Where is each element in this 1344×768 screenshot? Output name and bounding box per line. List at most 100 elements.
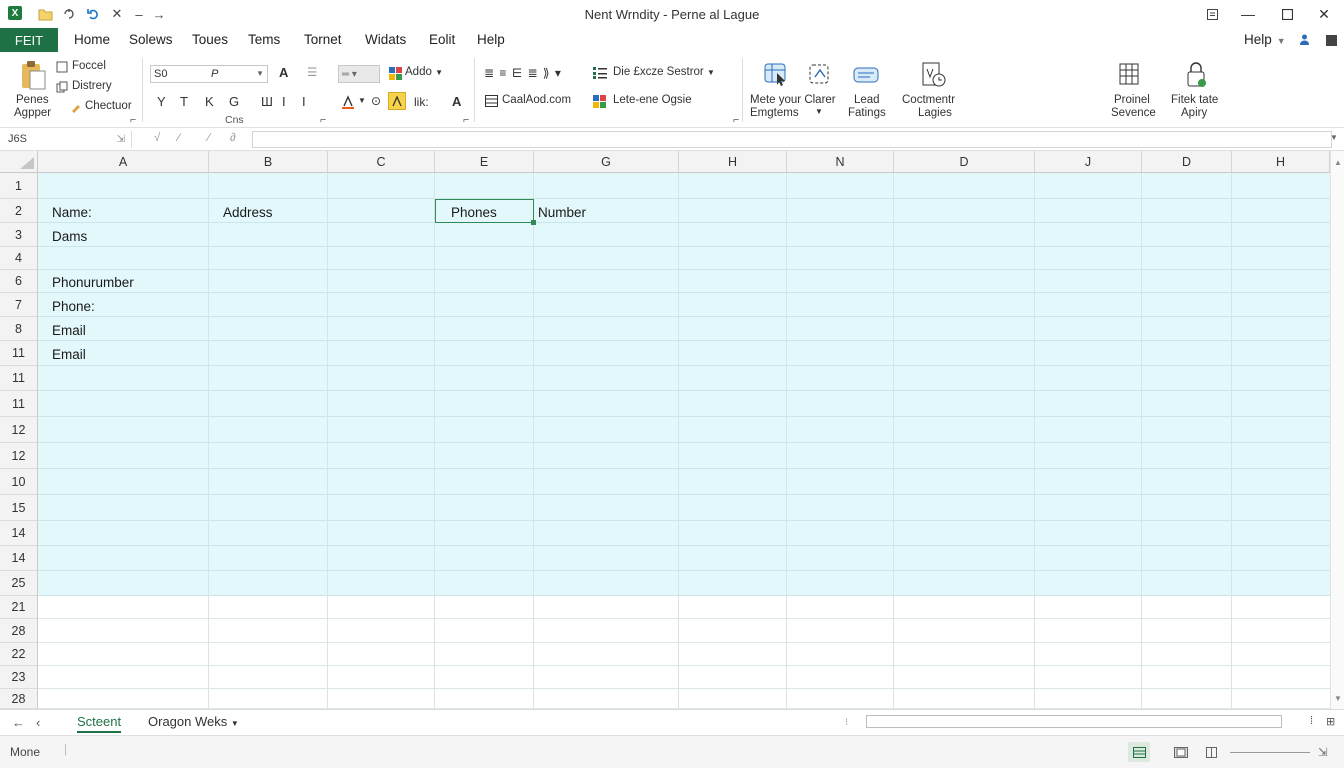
text-style-icon[interactable]: A [452,94,461,109]
column-header-d2[interactable]: D [1142,151,1232,173]
cell-a11[interactable]: Email [52,347,86,362]
chevron-down-icon[interactable]: ▼ [815,107,823,116]
row-header[interactable]: 23 [0,666,38,689]
row-header[interactable]: 21 [0,596,38,619]
tools-icon[interactable] [806,60,834,90]
scroll-down-icon[interactable]: ▼ [1333,693,1343,703]
cell-a6[interactable]: Phonurumber [52,275,134,290]
row-header[interactable]: 14 [0,521,38,546]
row-header[interactable]: 3 [0,223,38,247]
maximize-icon[interactable] [1273,4,1301,24]
row-header[interactable]: 10 [0,469,38,495]
group-1-label[interactable]: Mete your Clarer [750,94,836,106]
cell-g2[interactable]: Number [538,205,586,220]
resize-icon[interactable]: ⊞ [1326,715,1335,728]
clipboard-item-3[interactable]: Chectuor [85,100,132,112]
cell-b2[interactable]: Address [223,205,273,220]
tab-file[interactable]: FEIT [0,28,58,52]
font-expand-icon[interactable]: ⌐ [320,114,326,126]
list-icon[interactable] [592,66,608,80]
name-box-dropdown-icon[interactable]: ⇲ [117,131,125,148]
bold-button[interactable]: Y [157,94,166,109]
fill-handle[interactable] [531,220,536,225]
row-header[interactable]: 6 [0,270,38,293]
superscript-button[interactable]: I [302,94,306,109]
tab-solews[interactable]: Solews [129,32,173,47]
row-header[interactable]: 25 [0,571,38,596]
column-header-g[interactable]: G [534,151,679,173]
document-clock-icon[interactable] [918,60,948,90]
close-icon[interactable]: ✕ [1310,4,1338,24]
tab-home[interactable]: Home [74,32,110,47]
cancel-entry-icon[interactable]: √ [154,132,160,144]
lik-label[interactable]: lik: [414,95,429,109]
copy-icon[interactable] [56,81,68,93]
column-header-a[interactable]: A [38,151,209,173]
align-picker[interactable]: ═ ▾ [338,65,380,83]
zoom-icon[interactable]: ⇲ [1318,745,1328,759]
group-2-label[interactable]: Lead [854,94,880,106]
column-header-b[interactable]: B [209,151,328,173]
select-all-corner[interactable] [0,151,38,173]
row-header[interactable]: 22 [0,643,38,666]
lead-icon[interactable] [852,60,880,90]
alignment-expand-icon[interactable]: ⌐ [463,114,469,126]
tab-widats[interactable]: Widats [365,32,406,47]
scroll-right-icon[interactable]: ⁞ [1310,715,1313,727]
row-header[interactable]: 4 [0,247,38,270]
clipboard-item-1[interactable]: Foccel [72,60,106,72]
sheet-back-icon[interactable]: ‹ [36,715,40,730]
column-header-d[interactable]: D [894,151,1035,173]
tab-help[interactable]: Help [477,32,505,47]
align-buttons-icon[interactable]: ≣ ≡ ⋿ ≣ ⟫ ▾ [484,66,562,80]
tab-eolit[interactable]: Eolit [429,32,455,47]
color-grid-icon[interactable] [388,66,402,80]
row-header[interactable]: 15 [0,495,38,521]
share-icon[interactable] [1298,33,1311,49]
column-header-n[interactable]: N [787,151,894,173]
increase-font-icon[interactable]: A [279,65,288,80]
row-header[interactable]: 12 [0,443,38,469]
column-header-c[interactable]: C [328,151,435,173]
cut-icon[interactable] [56,61,68,73]
column-header-h[interactable]: H [679,151,787,173]
cell-a8[interactable]: Email [52,323,86,338]
group-4-label[interactable]: Proinel [1114,94,1150,106]
decrease-font-icon[interactable]: ☰ [307,65,317,79]
group-5-label[interactable]: Fitek tate [1171,94,1218,106]
subscript-button[interactable]: I [282,94,286,109]
confirm-entry-icon[interactable]: ∕ [178,132,180,144]
cell-a7[interactable]: Phone: [52,299,95,314]
letene-button[interactable]: Lete-ene Ogsie [613,94,692,106]
conditional-format-icon[interactable] [592,94,608,108]
cursor-grid-icon[interactable] [762,60,790,90]
column-header-h2[interactable]: H [1232,151,1330,173]
row-header[interactable]: 14 [0,546,38,571]
horizontal-scrollbar[interactable] [866,715,1282,728]
row-header[interactable]: 8 [0,317,38,341]
sheet-tab-scteent[interactable]: Scteent [77,714,122,733]
comments-icon[interactable] [1326,34,1337,49]
strikethrough-button[interactable]: G [229,94,239,109]
chevron-down-icon[interactable]: ▼ [358,96,366,105]
sestror-dropdown[interactable]: Die £xcze Sestror ▼ [613,66,715,78]
italic-button[interactable]: T [180,94,188,109]
row-header[interactable]: 28 [0,689,38,709]
cell-e2[interactable]: Phones [451,205,497,220]
sheet-prev-icon[interactable]: ← [12,715,25,730]
border-button[interactable]: Ш [261,94,273,109]
insert-function-icon[interactable]: ∕ [208,132,210,144]
clipboard-expand-icon[interactable]: ⌐ [130,114,136,126]
row-header[interactable]: 2 [0,199,38,223]
row-header[interactable]: 11 [0,391,38,417]
zoom-slider[interactable] [1230,752,1310,753]
ribbon-display-icon[interactable] [1198,4,1226,24]
split-handle-icon[interactable]: ⁝ [845,717,848,728]
highlight-icon[interactable] [388,92,406,110]
tab-tornet[interactable]: Tornet [304,32,342,47]
cell-a2[interactable]: Name: [52,205,92,220]
tab-toues[interactable]: Toues [192,32,228,47]
minimize-icon[interactable]: — [1234,4,1262,24]
column-header-e[interactable]: E [435,151,534,173]
help-menu-button[interactable]: Help ▼ [1244,32,1286,47]
